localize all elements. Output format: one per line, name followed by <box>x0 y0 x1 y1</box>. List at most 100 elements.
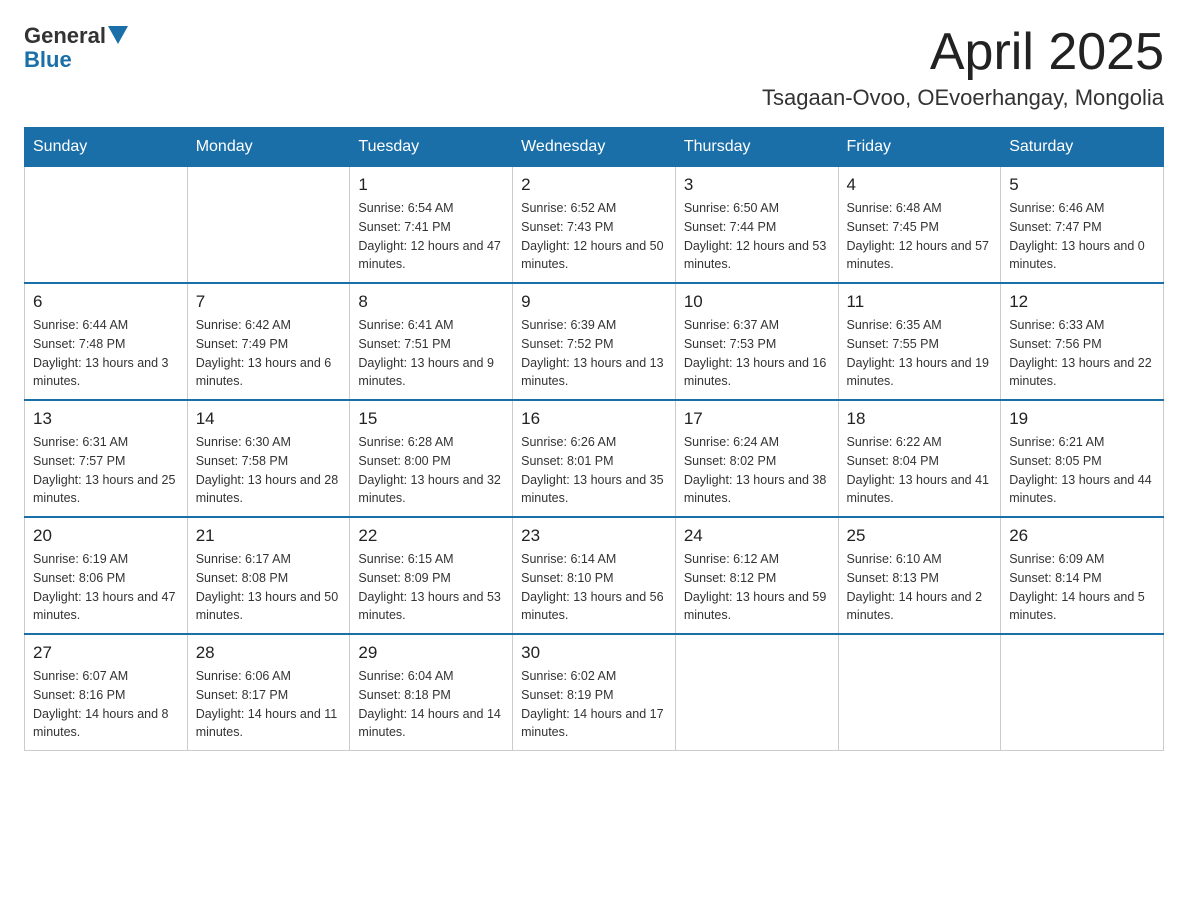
sunrise-text: Sunrise: 6:06 AM <box>196 669 291 683</box>
day-info: Sunrise: 6:52 AMSunset: 7:43 PMDaylight:… <box>521 199 667 274</box>
day-number: 2 <box>521 175 667 195</box>
calendar-cell: 24Sunrise: 6:12 AMSunset: 8:12 PMDayligh… <box>675 517 838 634</box>
day-number: 20 <box>33 526 179 546</box>
day-number: 8 <box>358 292 504 312</box>
day-info: Sunrise: 6:28 AMSunset: 8:00 PMDaylight:… <box>358 433 504 508</box>
day-info: Sunrise: 6:12 AMSunset: 8:12 PMDaylight:… <box>684 550 830 625</box>
day-info: Sunrise: 6:15 AMSunset: 8:09 PMDaylight:… <box>358 550 504 625</box>
calendar-cell: 15 Sunrise: 6:28 AMSunset: 8:00 PMDayligh… <box>350 400 513 517</box>
sunrise-text: Sunrise: 6:10 AM <box>847 552 942 566</box>
day-info: Sunrise: 6:19 AMSunset: 8:06 PMDaylight:… <box>33 550 179 625</box>
calendar-cell: 9 Sunrise: 6:39 AMSunset: 7:52 PMDaylight… <box>513 283 676 400</box>
day-info: Sunrise: 6:39 AMSunset: 7:52 PMDaylight:… <box>521 316 667 391</box>
day-info: Sunrise: 6:02 AMSunset: 8:19 PMDaylight:… <box>521 667 667 742</box>
sunset-text: Sunset: 7:52 PM <box>521 337 613 351</box>
day-number: 3 <box>684 175 830 195</box>
week-row-3: 13Sunrise: 6:31 AMSunset: 7:57 PMDayligh… <box>25 400 1164 517</box>
sunset-text: Sunset: 7:48 PM <box>33 337 125 351</box>
sunset-text: Sunset: 7:55 PM <box>847 337 939 351</box>
day-info: Sunrise: 6:04 AMSunset: 8:18 PMDaylight:… <box>358 667 504 742</box>
sunrise-text: Sunrise: 6:14 AM <box>521 552 616 566</box>
calendar-cell: 1Sunrise: 6:54 AMSunset: 7:41 PMDaylight… <box>350 167 513 284</box>
sunset-text: Sunset: 8:00 PM <box>358 454 450 468</box>
calendar-cell: 26Sunrise: 6:09 AMSunset: 8:14 PMDayligh… <box>1001 517 1164 634</box>
sunrise-text: Sunrise: 6:33 AM <box>1009 318 1104 332</box>
calendar-table: SundayMondayTuesdayWednesdayThursdayFrid… <box>24 127 1164 751</box>
day-info: Sunrise: 6:50 AMSunset: 7:44 PMDaylight:… <box>684 199 830 274</box>
daylight-text: Daylight: 13 hours and 6 minutes. <box>196 356 332 389</box>
day-number: 10 <box>684 292 830 312</box>
logo: General Blue <box>24 24 128 72</box>
sunrise-text: Sunrise: 6:44 AM <box>33 318 128 332</box>
daylight-text: Daylight: 13 hours and 16 minutes. <box>684 356 826 389</box>
day-info: Sunrise: 6:35 AMSunset: 7:55 PMDaylight:… <box>847 316 993 391</box>
day-number: 9 <box>521 292 667 312</box>
sunset-text: Sunset: 8:13 PM <box>847 571 939 585</box>
daylight-text: Daylight: 14 hours and 11 minutes. <box>196 707 338 740</box>
week-row-2: 6 Sunrise: 6:44 AM Sunset: 7:48 PM Daylight… <box>25 283 1164 400</box>
calendar-cell: 2 Sunrise: 6:52 AMSunset: 7:43 PMDaylight… <box>513 167 676 284</box>
calendar-cell <box>187 167 350 284</box>
daylight-text: Daylight: 13 hours and 47 minutes. <box>33 590 175 623</box>
day-number: 11 <box>847 292 993 312</box>
calendar-cell: 6 Sunrise: 6:44 AM Sunset: 7:48 PM Daylight… <box>25 283 188 400</box>
day-number: 15 <box>358 409 504 429</box>
day-number: 27 <box>33 643 179 663</box>
day-number: 14 <box>196 409 342 429</box>
week-row-1: 1Sunrise: 6:54 AMSunset: 7:41 PMDaylight… <box>25 167 1164 284</box>
day-info: Sunrise: 6:44 AM Sunset: 7:48 PM Daylight:… <box>33 316 179 391</box>
weekday-header-sunday: Sunday <box>25 128 188 167</box>
day-info: Sunrise: 6:48 AMSunset: 7:45 PMDaylight:… <box>847 199 993 274</box>
sunset-text: Sunset: 7:56 PM <box>1009 337 1101 351</box>
daylight-text: Daylight: 12 hours and 53 minutes. <box>684 239 826 272</box>
day-number: 25 <box>847 526 993 546</box>
sunset-text: Sunset: 8:05 PM <box>1009 454 1101 468</box>
day-info: Sunrise: 6:46 AMSunset: 7:47 PMDaylight:… <box>1009 199 1155 274</box>
day-number: 28 <box>196 643 342 663</box>
sunrise-text: Sunrise: 6:12 AM <box>684 552 779 566</box>
calendar-cell: 20 Sunrise: 6:19 AMSunset: 8:06 PMDayligh… <box>25 517 188 634</box>
sunset-text: Sunset: 7:45 PM <box>847 220 939 234</box>
day-info: Sunrise: 6:10 AMSunset: 8:13 PMDaylight:… <box>847 550 993 625</box>
sunset-text: Sunset: 8:18 PM <box>358 688 450 702</box>
sunrise-text: Sunrise: 6:09 AM <box>1009 552 1104 566</box>
calendar-cell: 10 Sunrise: 6:37 AMSunset: 7:53 PMDayligh… <box>675 283 838 400</box>
logo-blue-text: Blue <box>24 48 72 72</box>
day-number: 29 <box>358 643 504 663</box>
daylight-text: Daylight: 13 hours and 38 minutes. <box>684 473 826 506</box>
daylight-text: Daylight: 13 hours and 53 minutes. <box>358 590 500 623</box>
sunset-text: Sunset: 8:19 PM <box>521 688 613 702</box>
day-number: 21 <box>196 526 342 546</box>
daylight-text: Daylight: 13 hours and 22 minutes. <box>1009 356 1151 389</box>
calendar-cell <box>838 634 1001 751</box>
calendar-cell: 19Sunrise: 6:21 AMSunset: 8:05 PMDayligh… <box>1001 400 1164 517</box>
logo-triangle-icon <box>108 26 128 44</box>
sunrise-text: Sunrise: 6:19 AM <box>33 552 128 566</box>
calendar-cell: 30Sunrise: 6:02 AMSunset: 8:19 PMDayligh… <box>513 634 676 751</box>
daylight-text: Daylight: 13 hours and 13 minutes. <box>521 356 663 389</box>
sunrise-text: Sunrise: 6:54 AM <box>358 201 453 215</box>
sunset-text: Sunset: 7:41 PM <box>358 220 450 234</box>
calendar-cell: 22Sunrise: 6:15 AMSunset: 8:09 PMDayligh… <box>350 517 513 634</box>
day-info: Sunrise: 6:41 AMSunset: 7:51 PMDaylight:… <box>358 316 504 391</box>
sunset-text: Sunset: 7:58 PM <box>196 454 288 468</box>
sunrise-text: Sunrise: 6:22 AM <box>847 435 942 449</box>
daylight-text: Daylight: 13 hours and 9 minutes. <box>358 356 494 389</box>
weekday-header-saturday: Saturday <box>1001 128 1164 167</box>
calendar-cell: 18Sunrise: 6:22 AMSunset: 8:04 PMDayligh… <box>838 400 1001 517</box>
sunset-text: Sunset: 8:01 PM <box>521 454 613 468</box>
calendar-cell: 8 Sunrise: 6:41 AMSunset: 7:51 PMDaylight… <box>350 283 513 400</box>
day-info: Sunrise: 6:06 AMSunset: 8:17 PMDaylight:… <box>196 667 342 742</box>
day-info: Sunrise: 6:24 AMSunset: 8:02 PMDaylight:… <box>684 433 830 508</box>
sunrise-text: Sunrise: 6:48 AM <box>847 201 942 215</box>
day-number: 6 <box>33 292 179 312</box>
day-number: 4 <box>847 175 993 195</box>
day-number: 23 <box>521 526 667 546</box>
sunset-text: Sunset: 7:47 PM <box>1009 220 1101 234</box>
weekday-header-wednesday: Wednesday <box>513 128 676 167</box>
day-info: Sunrise: 6:22 AMSunset: 8:04 PMDaylight:… <box>847 433 993 508</box>
day-info: Sunrise: 6:37 AMSunset: 7:53 PMDaylight:… <box>684 316 830 391</box>
daylight-text: Daylight: 13 hours and 3 minutes. <box>33 356 169 389</box>
sunset-text: Sunset: 8:14 PM <box>1009 571 1101 585</box>
sunrise-text: Sunrise: 6:26 AM <box>521 435 616 449</box>
